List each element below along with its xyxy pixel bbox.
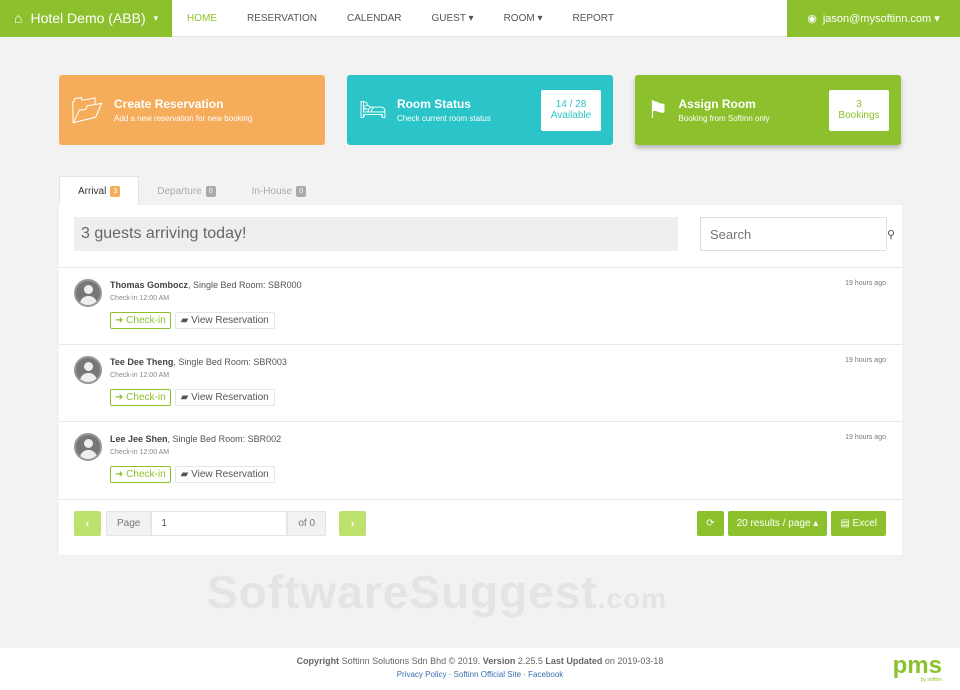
- count-badge: 0: [206, 186, 216, 197]
- user-icon: ◉: [807, 12, 817, 25]
- signpost-icon: ⚑: [647, 96, 669, 125]
- search-box: ⚲: [700, 217, 886, 251]
- guest-info: Tee Dee Theng, Single Bed Room: SBR003: [110, 357, 287, 367]
- avatar: [74, 279, 102, 307]
- page-total: of 0: [287, 511, 326, 536]
- page-input[interactable]: 1: [151, 511, 287, 536]
- checkin-button[interactable]: ➜ Check-in: [110, 389, 171, 406]
- refresh-icon: ⟳: [706, 518, 714, 529]
- card-subtitle: Add a new reservation for new booking: [114, 114, 313, 123]
- guest-row: Thomas Gombocz, Single Bed Room: SBR000 …: [59, 267, 902, 345]
- pms-logo: pmsby softinn: [893, 654, 942, 683]
- footer: Copyright Softinn Solutions Sdn Bhd © 20…: [0, 648, 960, 690]
- guest-row: Lee Jee Shen, Single Bed Room: SBR002 Ch…: [59, 421, 902, 499]
- count-badge: 3: [110, 186, 120, 197]
- checkin-button[interactable]: ➜ Check-in: [110, 466, 171, 483]
- count-badge: 0: [296, 186, 306, 197]
- room-status-card[interactable]: 🛏︎ Room StatusCheck current room status …: [347, 75, 613, 145]
- card-subtitle: Check current room status: [397, 114, 531, 123]
- guest-info: Lee Jee Shen, Single Bed Room: SBR002: [110, 434, 281, 444]
- card-title: Room Status: [397, 97, 531, 111]
- footer-links[interactable]: Privacy Policy · Softinn Official Site ·…: [0, 670, 960, 679]
- card-title: Create Reservation: [114, 97, 313, 111]
- results-per-page-button[interactable]: 20 results / page ▴: [728, 511, 828, 536]
- next-page-button[interactable]: ›: [339, 511, 366, 536]
- excel-export-button[interactable]: ▤ Excel: [831, 511, 886, 536]
- search-input[interactable]: [701, 218, 886, 250]
- menu-calendar[interactable]: CALENDAR: [332, 13, 416, 24]
- tab-departure[interactable]: Departure0: [139, 176, 233, 206]
- menu-guest[interactable]: GUEST ▾: [416, 13, 488, 24]
- refresh-button[interactable]: ⟳: [697, 511, 723, 536]
- main-menu: HOME RESERVATION CALENDAR GUEST ▾ ROOM ▾…: [172, 13, 787, 24]
- top-nav: ⌂ Hotel Demo (ABB) ▾ HOME RESERVATION CALE…: [0, 0, 960, 37]
- guest-info: Thomas Gombocz, Single Bed Room: SBR000: [110, 280, 302, 290]
- prev-page-button[interactable]: ‹: [74, 511, 101, 536]
- card-subtitle: Booking from Softinn only: [679, 114, 819, 123]
- copyright: Copyright Softinn Solutions Sdn Bhd © 20…: [0, 656, 960, 666]
- user-email: jason@mysoftinn.com ▾: [823, 12, 940, 25]
- bookings-badge: 3Bookings: [829, 90, 889, 131]
- card-title: Assign Room: [679, 97, 819, 111]
- menu-room[interactable]: ROOM ▾: [489, 13, 558, 24]
- divider: [59, 499, 902, 500]
- view-reservation-button[interactable]: ▰ View Reservation: [175, 389, 275, 406]
- excel-icon: ▤: [840, 518, 849, 529]
- avatar: [74, 356, 102, 384]
- view-reservation-button[interactable]: ▰ View Reservation: [175, 466, 275, 483]
- checkin-time: Check-in 12:00 AM: [110, 295, 169, 302]
- view-reservation-button[interactable]: ▰ View Reservation: [175, 312, 275, 329]
- menu-reservation[interactable]: RESERVATION: [232, 13, 332, 24]
- arrival-panel: 3 guests arriving today! ⚲ Thomas Gomboc…: [59, 205, 902, 555]
- checkin-time: Check-in 12:00 AM: [110, 449, 169, 456]
- bed-icon: 🛏︎: [359, 97, 387, 123]
- menu-report[interactable]: REPORT: [557, 13, 629, 24]
- watermark: SoftwareSuggest.com: [207, 565, 667, 619]
- hotel-selector[interactable]: ⌂ Hotel Demo (ABB) ▾: [0, 0, 172, 37]
- checkin-time: Check-in 12:00 AM: [110, 372, 169, 379]
- timestamp: 19 hours ago: [845, 357, 886, 364]
- guest-row: Tee Dee Theng, Single Bed Room: SBR003 C…: [59, 344, 902, 422]
- tab-arrival[interactable]: Arrival3: [59, 176, 139, 206]
- availability-badge: 14 / 28Available: [541, 90, 601, 131]
- assign-room-card[interactable]: ⚑ Assign Room Booking from Softinn only 3…: [635, 75, 901, 145]
- folder-open-icon: 📂︎: [71, 95, 104, 126]
- tab-in-house[interactable]: In-House0: [234, 176, 324, 206]
- search-icon[interactable]: ⚲: [886, 218, 895, 250]
- menu-home[interactable]: HOME: [172, 13, 232, 24]
- page-label: Page: [106, 511, 151, 536]
- hotel-name: Hotel Demo (ABB): [30, 10, 145, 26]
- caret-icon: ▾: [154, 13, 159, 24]
- checkin-button[interactable]: ➜ Check-in: [110, 312, 171, 329]
- timestamp: 19 hours ago: [845, 434, 886, 441]
- home-icon: ⌂: [14, 10, 22, 26]
- timestamp: 19 hours ago: [845, 280, 886, 287]
- create-reservation-card[interactable]: 📂︎ Create Reservation Add a new reservati…: [59, 75, 325, 145]
- guest-tabs: Arrival3 Departure0 In-House0: [59, 176, 324, 206]
- avatar: [74, 433, 102, 461]
- user-menu[interactable]: ◉ jason@mysoftinn.com ▾: [787, 0, 960, 37]
- pagination: ‹ Page 1 of 0 ›: [74, 511, 366, 536]
- arrival-summary: 3 guests arriving today!: [74, 217, 678, 251]
